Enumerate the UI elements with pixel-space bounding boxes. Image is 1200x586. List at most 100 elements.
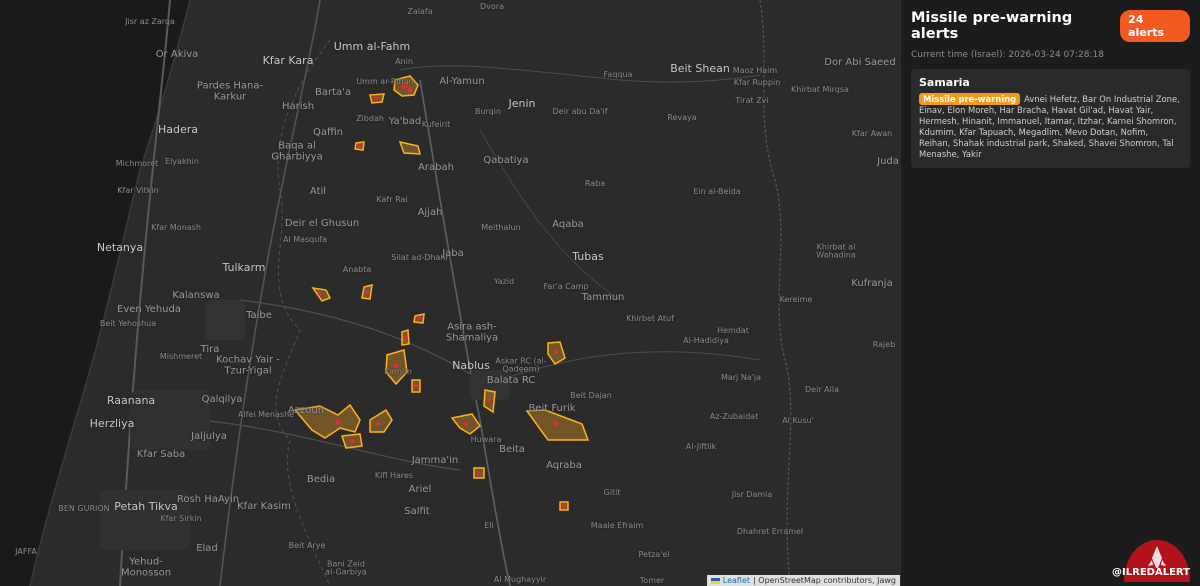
place-label-marj-na-ja: Marj Na'ja [720,372,762,382]
alert-dot [349,438,355,444]
region-card[interactable]: Samaria Missile pre-warning Avnei Hefetz,… [911,69,1190,168]
alert-count-badge: 24 alerts [1120,10,1190,42]
alert-dot [464,422,468,426]
place-label-aqraba: Aqraba [546,459,582,471]
place-label-zalafa: Zalafa [407,6,433,16]
place-label-ben-gurion: BEN GURION [58,503,110,513]
place-label-baqa: Baqa al Gharbiyya [271,140,323,162]
place-label-alfei-menashe: Alfei Menashe [237,409,295,419]
place-label-kfar-kara: Kfar Kara [262,54,314,68]
place-label-ya-bad: Ya'bad [388,115,422,127]
place-label-umm-ar-rihan: Umm ar-Rihan [356,76,414,86]
place-label-kfar-saba: Kfar Saba [136,448,186,460]
place-label-hemdat: Hemdat [717,325,749,335]
place-label-jaljulya: Jaljulya [191,430,227,442]
panel-header: Missile pre-warning alerts 24 alerts [911,10,1190,42]
place-label-ra-anana: Raanana [106,394,156,408]
place-label-yazid: Yazid [493,276,515,286]
alert-dot [487,398,491,402]
alert-dot [414,384,418,388]
place-label-burqin: Burqin [474,106,502,116]
place-label-bani-zeid: Bani Zeid al-Garbiya [325,559,367,577]
alert-dot [554,350,558,354]
alert-dot [553,421,559,427]
place-label-kifl-hares: Kifl Hares [374,470,414,480]
place-label-eli: Eli [484,520,494,530]
place-label-dor-abi-saeed: Dor Abi Saeed [824,56,896,68]
panel-title: Missile pre-warning alerts [911,10,1073,42]
place-label-pardes-hana: Pardes Hana- Karkur [196,80,264,102]
place-label-anabta: Anabta [342,264,372,274]
place-label-umm-al-fahm: Umm al-Fahm [333,40,411,54]
place-label-qaffin: Qaffin [312,126,344,138]
place-label-taibe: Taibe [246,309,272,321]
place-label-deir-alla: Deir Alla [805,384,839,394]
place-label-kfar-monash: Kfar Monash [151,222,201,232]
place-label-netanya: Netanya [96,241,144,255]
place-label-elad: Elad [196,542,218,554]
place-label-beit-shean: Beit Shean [670,62,730,76]
place-label-al-jiftlik: Al-Jiftlik [685,441,717,451]
app-root: Jisr az Zarqa Or Akiva Zalafa Dvora Kfar Kar… [0,0,1200,586]
alerts-map[interactable]: Jisr az Zarqa Or Akiva Zalafa Dvora Kfar Kar… [0,0,900,586]
place-label-kfar-kasim: Kfar Kasim [237,500,291,512]
alert-zone-nofim[interactable] [369,408,393,433]
place-label-balata: Balata RC [486,374,536,386]
place-label-elyakhin: Elyakhin [165,156,199,166]
place-label-kfar-sirkin: Kfar Sirkin [160,513,202,523]
place-label-even-yehuda: Even Yehuda [117,303,181,315]
region-name: Samaria [919,76,970,89]
place-label-petah-tikva: Petah Tikva [114,500,178,514]
place-label-hadera: Hadera [157,123,199,137]
alerts-panel: Missile pre-warning alerts 24 alerts Cur… [900,0,1200,586]
place-label-jisr-az-zarqa: Jisr az Zarqa [125,16,175,26]
place-label-azzoun: Azzoun [287,404,325,416]
place-label-jamma-in: Jamma'in [411,454,459,466]
place-label-faqqua: Faqqua [603,69,633,79]
alert-dot [374,96,378,100]
place-label-beit-yehoshua: Beit Yehoshua [99,318,157,328]
place-label-kereime: Kereime [779,294,813,304]
place-label-kfar-vitkin: Kfar Vitkin [117,185,159,195]
alert-dot [365,290,369,294]
place-label-barta-a: Barta'a [314,86,352,98]
place-label-raba: Raba [584,178,606,188]
place-label-jaba: Jaba [442,247,464,259]
attribution-text: | OpenStreetMap contributors, Jawg [753,576,896,585]
place-label-askar: Askar RC (al- Qadeem) [495,356,547,374]
place-label-kufeirit: Kufeirit [421,119,451,129]
alert-dot [318,292,322,296]
place-label-mishmeret: Mishmeret [159,351,203,361]
place-label-ariel: Ariel [408,483,432,495]
place-label-michmoret: Michmoret [115,158,159,168]
place-label-kalanswa: Kalanswa [172,289,220,301]
place-label-tammun: Tammun [581,291,625,303]
place-label-qalqilya: Qalqilya [201,393,243,405]
place-label-beit-furik: Beit Furik [528,402,576,414]
alert-dot [477,471,481,475]
place-label-beit-dajan: Beit Dajan [570,390,612,400]
alert-dot [562,504,566,508]
urban-tulkarm [205,300,245,340]
place-label-khirbet-atuf: Khirbet Atuf [626,313,674,323]
alert-zone-mevo-dotan[interactable] [398,140,421,155]
place-label-tubas: Tubas [572,250,604,264]
place-label-tirat-zvi: Tirat Zvi [735,95,769,105]
place-label-aqaba: Aqaba [552,218,584,230]
place-label-nablus: Nablus [452,359,490,373]
place-label-kamim: Kamim [384,366,412,376]
place-label-harish: Harish [281,100,315,112]
place-label-salfit: Salfit [404,505,430,517]
place-label-kfar-ruppin: Kfar Ruppin [733,77,781,87]
place-label-far-a-camp: Far'a Camp [543,281,589,291]
place-label-or-akiva: Or Akiva [155,48,199,60]
place-label-petza-el: Petza'el [638,549,670,559]
region-body: Missile pre-warning Avnei Hefetz, Bar On … [919,93,1182,160]
place-label-dhahret: Dhahret Erramel [736,526,804,536]
place-label-khirbat-mirqsa: Khirbat Mirqsa [791,84,849,94]
place-label-al-kusu: Al Kusu' [782,415,814,425]
leaflet-link[interactable]: Leaflet [723,576,750,585]
place-label-yehud: Yehud- Monosson [120,556,172,578]
place-label-jisr-damia: Jisr Damia [731,489,773,499]
brand-handle: @ILREDALERT [1112,567,1190,578]
